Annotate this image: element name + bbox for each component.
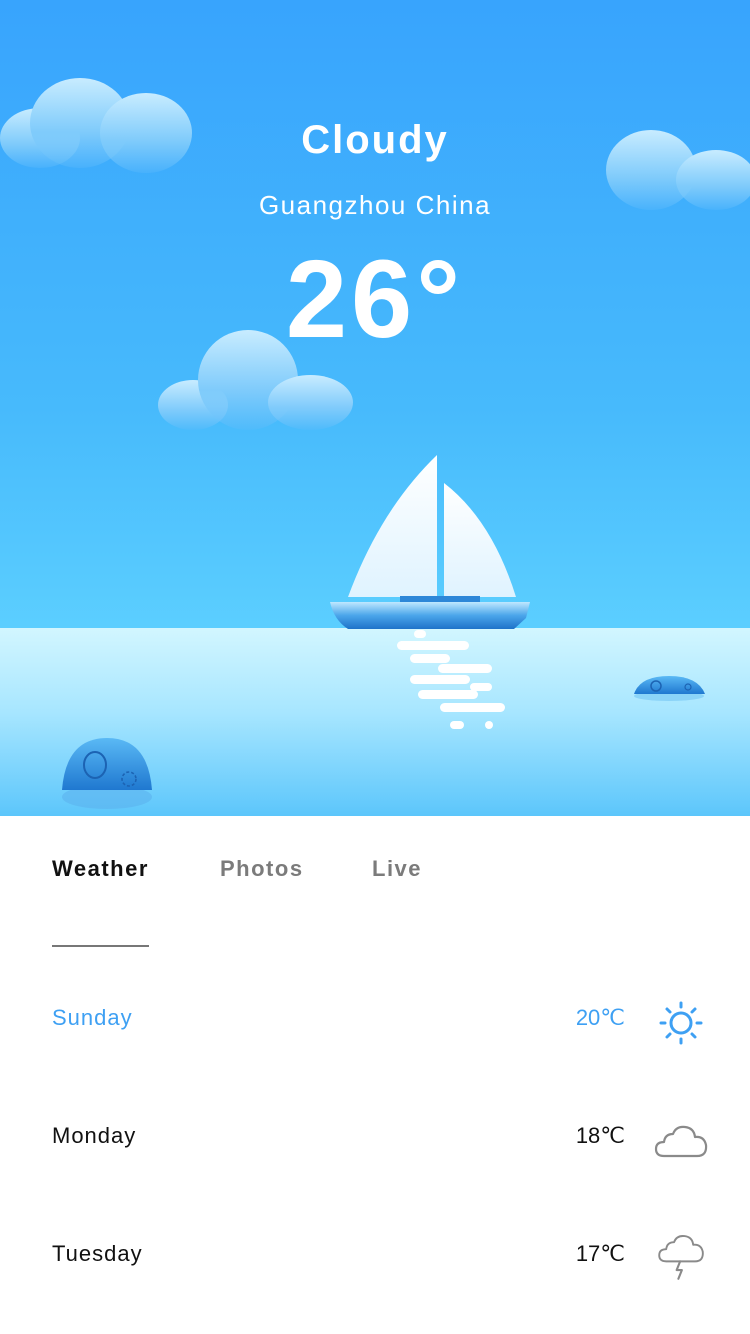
tab-weather[interactable]: Weather	[52, 856, 149, 882]
weather-condition: Cloudy	[301, 118, 449, 162]
current-temperature: 26°	[285, 238, 465, 361]
forecast-day: Tuesday	[52, 1241, 143, 1266]
forecast-row-sunday[interactable]: Sunday 20℃	[0, 990, 750, 1050]
cloud-icon	[654, 1125, 708, 1158]
forecast-row-tuesday[interactable]: Tuesday 17℃	[0, 1226, 750, 1286]
forecast-day: Monday	[52, 1123, 137, 1148]
forecast-day: Sunday	[52, 1005, 133, 1030]
active-tab-indicator	[52, 945, 149, 947]
thunderstorm-icon	[658, 1235, 704, 1280]
tab-photos[interactable]: Photos	[220, 856, 304, 882]
sun-icon	[659, 1001, 703, 1045]
forecast-temp: 20℃	[575, 1005, 625, 1030]
tab-bar: Weather Photos Live	[0, 856, 750, 896]
forecast-temp: 18℃	[575, 1123, 625, 1148]
forecast-temp: 17℃	[575, 1241, 625, 1266]
hero-scene: Cloudy Guangzhou China 26°	[0, 0, 750, 816]
forecast-row-monday[interactable]: Monday 18℃	[0, 1108, 750, 1168]
location-label: Guangzhou China	[258, 190, 492, 220]
tab-live[interactable]: Live	[372, 856, 422, 882]
